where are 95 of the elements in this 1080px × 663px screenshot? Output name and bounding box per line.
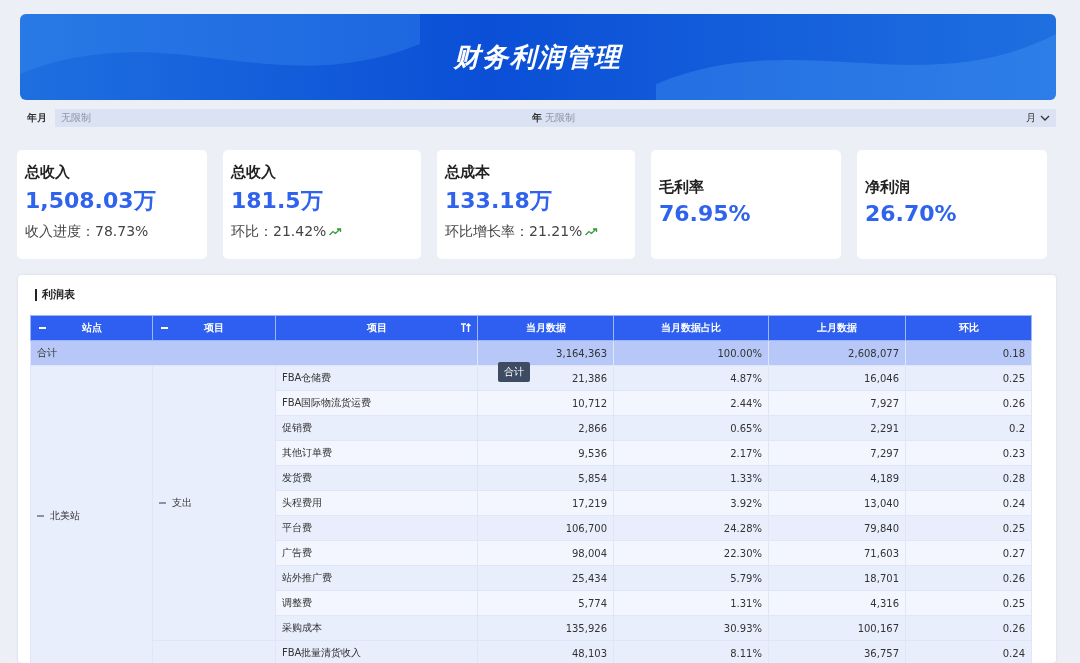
table-cell: 2.17% [613,440,769,466]
page-title: 财务利润管理 [454,40,622,74]
table-cell: 4,189 [768,465,906,491]
section-label: 支出 [172,496,192,510]
table-cell: FBA国际物流货运费 [275,390,478,416]
kpi-value: 76.95% [659,200,752,226]
table-cell: 7,927 [768,390,906,416]
table-cell: 3.92% [613,490,769,516]
table-cell: 0.26 [905,615,1032,641]
table-cell: 16,046 [768,365,906,391]
table-cell: 2,866 [477,415,614,441]
table-cell: 100,167 [768,615,906,641]
table-cell[interactable]: 北美站 [30,365,153,663]
kpi-title: 总成本 [445,163,491,182]
table-cell: 头程费用 [275,490,478,516]
table-cell: 0.18 [905,340,1032,366]
table-cell[interactable]: 支出 [152,365,276,641]
filter-label: 年月 [27,111,47,125]
table-cell: 0.25 [905,590,1032,616]
sort-icon[interactable] [460,323,471,333]
date-filter-field[interactable]: 无限制 年 无限制 月 [55,109,1056,127]
table-cell: 9,536 [477,440,614,466]
table-cell: 0.27 [905,540,1032,566]
kpi-value: 26.70% [865,200,958,226]
column-header[interactable]: 当月数据 [477,315,614,341]
column-header[interactable]: 环比 [905,315,1032,341]
table-cell: 0.28 [905,465,1032,491]
table-cell: FBA批量清货收入 [275,640,478,663]
table-cell: 0.2 [905,415,1032,441]
table-cell: 采购成本 [275,615,478,641]
table-cell: 调整费 [275,590,478,616]
table-cell: 0.25 [905,365,1032,391]
kpi-value: 1,508.03万 [25,187,157,215]
table-cell: 5.79% [613,565,769,591]
table-cell: 22.30% [613,540,769,566]
table-cell: 2,291 [768,415,906,441]
kpi-value: 181.5万 [231,187,324,215]
tooltip: 合计 [498,362,530,382]
column-header[interactable]: 上月数据 [768,315,906,341]
kpi-title: 毛利率 [659,177,705,197]
table-cell: 其他订单费 [275,440,478,466]
table-cell: 106,700 [477,515,614,541]
table-title: 利润表 [35,289,75,301]
table-cell: 4,316 [768,590,906,616]
kpi-note: 收入进度：78.73% [25,223,149,241]
table-cell: 促销费 [275,415,478,441]
table-cell: 8.11% [613,640,769,663]
table-cell: 0.26 [905,390,1032,416]
kpi-title: 总收入 [231,163,277,182]
table-cell: 98,004 [477,540,614,566]
table-cell: 1.33% [613,465,769,491]
table-cell: 30.93% [613,615,769,641]
table-cell: 发货费 [275,465,478,491]
collapse-icon[interactable] [37,514,44,517]
table-cell: 0.24 [905,490,1032,516]
table-cell: 0.26 [905,565,1032,591]
table-cell: 5,854 [477,465,614,491]
table-cell: 广告费 [275,540,478,566]
column-header[interactable]: 项目 [152,315,276,341]
table-cell: 48,103 [477,640,614,663]
table-cell: 0.65% [613,415,769,441]
table-cell: 100.00% [613,340,769,366]
column-header[interactable]: 当月数据占比 [613,315,769,341]
chevron-down-icon[interactable] [1040,114,1050,122]
table-cell: 0.25 [905,515,1032,541]
table-cell: 2.44% [613,390,769,416]
table-cell: 13,040 [768,490,906,516]
column-header[interactable]: 项目 [275,315,478,341]
table-cell: 7,297 [768,440,906,466]
table-cell: 合计 [30,340,478,366]
table-cell: 25,434 [477,565,614,591]
table-cell: 0.24 [905,640,1032,663]
table-cell: 36,757 [768,640,906,663]
table-cell: 0.23 [905,440,1032,466]
site-label: 北美站 [50,508,80,523]
table-cell: 17,219 [477,490,614,516]
table-cell: 平台费 [275,515,478,541]
kpi-title: 净利润 [865,177,911,197]
column-header[interactable]: 站点 [30,315,153,341]
table-cell: 站外推广费 [275,565,478,591]
table-cell: 79,840 [768,515,906,541]
table-cell: FBA仓储费 [275,365,478,391]
table-cell: 4.87% [613,365,769,391]
table-cell: 24.28% [613,515,769,541]
table-cell: 1.31% [613,590,769,616]
table-cell: 18,701 [768,565,906,591]
kpi-note: 环比增长率：21.21% [445,223,583,241]
table-cell: 10,712 [477,390,614,416]
kpi-note: 环比：21.42% [231,223,327,241]
table-cell: 5,774 [477,590,614,616]
kpi-value: 133.18万 [445,187,553,215]
table-cell: 2,608,077 [768,340,906,366]
table-cell: 135,926 [477,615,614,641]
table-cell: 71,603 [768,540,906,566]
kpi-title: 总收入 [25,163,71,182]
